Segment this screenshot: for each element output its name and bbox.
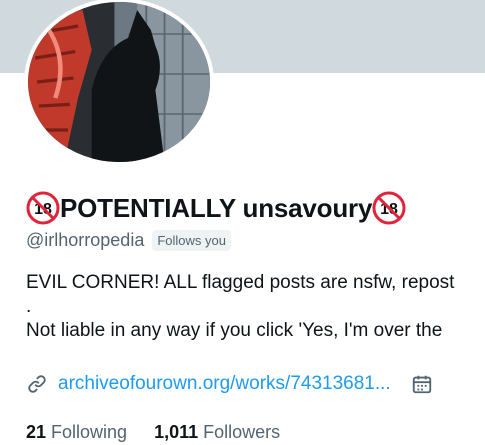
link-icon bbox=[28, 375, 46, 393]
followers-link[interactable]: 1,011 Followers bbox=[154, 422, 280, 443]
following-label: Following bbox=[51, 421, 128, 442]
profile-avatar[interactable] bbox=[24, 0, 214, 166]
profile-bio: EVIL CORNER! ALL flagged posts are nsfw,… bbox=[26, 271, 485, 343]
bio-line: Not liable in any way if you click 'Yes,… bbox=[26, 320, 443, 341]
profile-link-row: archiveofourown.org/works/74313681... bbox=[26, 372, 485, 396]
calendar-icon bbox=[412, 375, 431, 394]
following-count: 21 bbox=[26, 421, 47, 442]
profile-website-link[interactable]: archiveofourown.org/works/74313681... bbox=[58, 373, 391, 395]
follows-you-badge: Follows you bbox=[152, 229, 231, 251]
bio-line: EVIL CORNER! ALL flagged posts are nsfw,… bbox=[26, 272, 455, 293]
bio-line: . bbox=[26, 296, 32, 317]
handle-row: @irlhorropedia Follows you bbox=[26, 228, 231, 252]
followers-label: Followers bbox=[203, 421, 281, 442]
user-handle: @irlhorropedia bbox=[26, 229, 145, 250]
no-under-18-icon: 18 bbox=[372, 191, 406, 225]
display-name: POTENTIALLY unsavoury bbox=[60, 192, 373, 223]
avatar-image bbox=[28, 2, 210, 162]
no-under-18-icon: 18 bbox=[26, 191, 60, 225]
display-name-row: 18 POTENTIALLY unsavoury 18 bbox=[26, 188, 406, 228]
following-link[interactable]: 21 Following bbox=[26, 422, 127, 443]
followers-count: 1,011 bbox=[154, 421, 199, 442]
follow-stats: 21 Following 1,011 Followers bbox=[26, 420, 280, 444]
